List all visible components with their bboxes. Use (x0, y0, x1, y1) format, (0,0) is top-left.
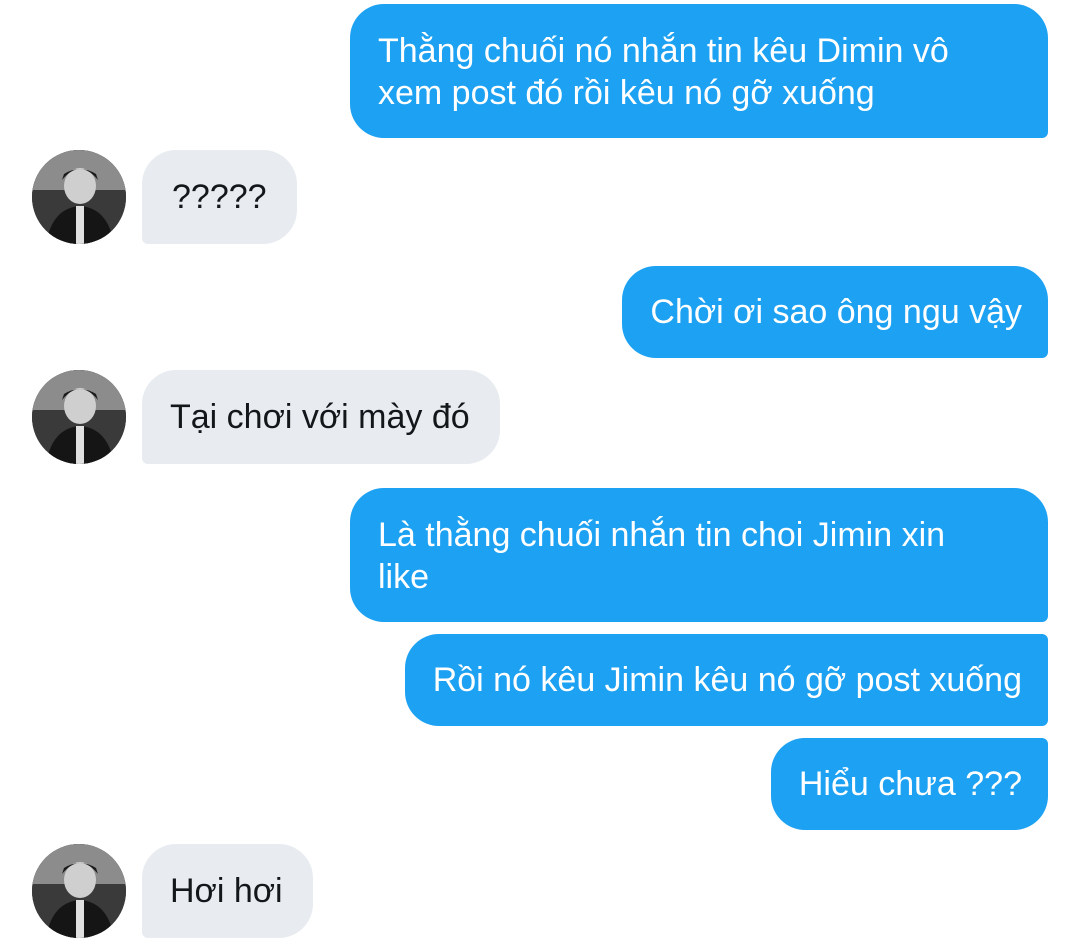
sent-message-bubble[interactable]: Rồi nó kêu Jimin kêu nó gỡ post xuống (404, 634, 1048, 726)
sent-message-bubble[interactable]: Thằng chuối nó nhắn tin kêu Dimin vô xem… (350, 4, 1048, 138)
contact-avatar-icon[interactable] (32, 150, 126, 244)
contact-avatar-icon[interactable] (32, 370, 126, 464)
received-message-bubble[interactable]: ????? (142, 150, 297, 244)
sent-message-bubble[interactable]: Hiểu chưa ??? (770, 738, 1048, 830)
sent-message-bubble[interactable]: Là thằng chuối nhắn tin choi Jimin xin l… (350, 488, 1048, 622)
received-message-bubble[interactable]: Hơi hơi (142, 844, 313, 938)
message-thread: Thằng chuối nó nhắn tin kêu Dimin vô xem… (0, 0, 1080, 950)
received-message-bubble[interactable]: Tại chơi với mày đó (142, 370, 500, 464)
sent-message-bubble[interactable]: Chời ơi sao ông ngu vậy (622, 266, 1048, 358)
contact-avatar-icon[interactable] (32, 844, 126, 938)
